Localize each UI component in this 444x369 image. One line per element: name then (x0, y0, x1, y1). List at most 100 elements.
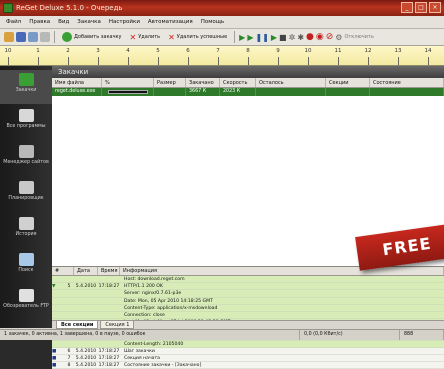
log-date: 5.4.2010 (75, 284, 97, 290)
window-title: ReGet Deluxe 5.1.0 - Очередь (16, 4, 123, 12)
state-cell (370, 88, 444, 96)
log-row[interactable]: ■ 8 5.4.2010 17:18:27 Состояние закачки - [З… (52, 362, 444, 369)
menu-edit[interactable]: Правка (29, 19, 50, 25)
log-marker-icon (52, 298, 64, 304)
settings-icon[interactable]: ✱ (297, 33, 304, 42)
log-date (74, 298, 98, 304)
log-row[interactable]: Content-Type: application/x-msdownload (52, 304, 444, 312)
menu-settings[interactable]: Настройки (109, 19, 140, 25)
gear-icon[interactable]: ✲ (289, 33, 296, 42)
log-marker-icon: ▼ (52, 284, 56, 290)
log-info: Секция начата (124, 356, 160, 362)
log-column-header[interactable]: Дата (74, 267, 98, 275)
toolbar-separator (234, 31, 236, 43)
menu-help[interactable]: Помощь (201, 19, 224, 25)
log-column-header[interactable]: Время (98, 267, 120, 275)
sidebar-item-scheduler[interactable]: Планировщик (0, 178, 52, 212)
sidebar-item-label: Закачки (15, 88, 37, 93)
disable-icon[interactable]: ⊘ (326, 32, 334, 42)
column-header[interactable]: Секции (326, 78, 370, 87)
delete-completed-button[interactable]: ✕ Удалить успешные (165, 31, 230, 44)
title-bar[interactable]: ReGet Deluxe 5.1.0 - Очередь _ □ × (0, 0, 444, 16)
log-column-header[interactable]: Информация (120, 267, 444, 275)
add-icon (62, 32, 72, 42)
properties-icon[interactable] (28, 32, 38, 42)
tab-section-1[interactable]: Секция 1 (100, 321, 135, 329)
sidebar-item-label: История (15, 232, 37, 237)
sections-cell (326, 88, 370, 96)
log-row[interactable]: ▼ 5 5.4.2010 17:18:27 HTTP/1.1 200 OK (52, 283, 444, 291)
log-row[interactable]: Connection: close (52, 311, 444, 320)
menu-download[interactable]: Закачка (77, 19, 101, 25)
scale-tick (158, 57, 159, 65)
record-all-icon[interactable]: ◉ (316, 32, 324, 42)
status-extra: 888 (400, 330, 444, 340)
log-time (98, 290, 120, 296)
stop-icon[interactable]: ■ (279, 33, 287, 42)
column-header[interactable]: Скорость (220, 78, 256, 87)
menu-automation[interactable]: Автоматизация (148, 19, 193, 25)
save-icon[interactable] (16, 32, 26, 42)
pause-icon[interactable]: ❚❚ (255, 33, 268, 42)
sidebar-item-site-manager[interactable]: Менеджер сайтов (0, 142, 52, 176)
scale-tick (68, 57, 69, 65)
downloads-table-header: Имя файла% Размер Закачано Скорость Осталось… (52, 78, 444, 88)
log-column-header[interactable]: # (52, 267, 74, 275)
column-header[interactable]: Закачано (186, 78, 220, 87)
add-download-button[interactable]: Добавить закачку (59, 31, 125, 44)
app-icon (3, 3, 13, 13)
log-row[interactable]: Content-Length: 2105040 (52, 340, 444, 348)
log-row[interactable]: Host: download.reget.com (52, 276, 444, 284)
delete-label: Удалить (138, 34, 161, 40)
column-header[interactable]: Имя файла (52, 78, 102, 87)
add-download-label: Добавить закачку (74, 34, 122, 40)
column-header[interactable]: Размер (154, 78, 186, 87)
record-icon[interactable]: ● (306, 32, 314, 42)
start-all-icon[interactable]: ▶ (247, 33, 253, 42)
section-tabs: Все секции Секция 1 (52, 320, 444, 329)
log-info: Host: download.reget.com (124, 277, 185, 282)
sidebar-item-search[interactable]: Поиск (0, 250, 52, 284)
progress-cell (102, 88, 154, 96)
log-marker-icon: ■ (52, 348, 57, 354)
scale-tick (398, 57, 399, 65)
ftp-browser-icon (18, 289, 34, 302)
log-row[interactable]: Date: Mon, 05 Apr 2010 14:18:25 GMT (52, 297, 444, 305)
speed-scale: 10 1 2 3 4 5 6 7 8 9 10 11 12 13 14 (0, 46, 444, 66)
log-date (74, 341, 98, 347)
menu-view[interactable]: Вид (58, 19, 69, 25)
sidebar-item-ftp-browser[interactable]: Обозреватель FTP (0, 286, 52, 320)
sidebar-item-downloads[interactable]: Закачки (0, 70, 52, 104)
open-icon[interactable] (4, 32, 14, 42)
log-row[interactable]: ■ 7 5.4.2010 17:18:27 Секция начата (52, 355, 444, 363)
scale-tick (218, 57, 219, 65)
delete-button[interactable]: ✕ Удалить (127, 31, 164, 44)
tab-all-sections[interactable]: Все секции (56, 321, 99, 329)
column-header[interactable]: Осталось (256, 78, 326, 87)
downloaded-cell: 2023 К (220, 88, 256, 96)
log-time: 17:18:27 (98, 363, 120, 369)
log-time (98, 276, 120, 282)
table-row[interactable]: reget.deluxe.exe 3667 К 2023 К (52, 88, 444, 96)
log-row[interactable]: Server: nginx/0.7.61-p3e (52, 290, 444, 298)
start-icon[interactable]: ▶ (239, 33, 245, 42)
log-time (98, 312, 120, 318)
play-icon[interactable]: ▶ (271, 33, 277, 42)
log-number: 7 (67, 356, 71, 362)
column-header[interactable]: % (102, 78, 154, 87)
scale-tick (278, 57, 279, 65)
maximize-button[interactable]: □ (415, 2, 427, 13)
sidebar-item-history[interactable]: История (0, 214, 52, 248)
wrench-icon[interactable]: ⚙ (335, 33, 342, 42)
column-header[interactable]: Состояние (370, 78, 444, 87)
log-marker-icon (52, 341, 64, 347)
log-row[interactable]: ■ 6 5.4.2010 17:18:27 Шаг закачки (52, 347, 444, 356)
close-button[interactable]: × (429, 2, 441, 13)
disable-label[interactable]: Отключить (344, 34, 373, 40)
minimize-button[interactable]: _ (401, 2, 413, 13)
programs-icon (18, 109, 34, 122)
log-info: Content-Length: 2105040 (124, 341, 184, 347)
copy-icon[interactable] (40, 32, 50, 42)
sidebar-item-programs[interactable]: Все программы (0, 106, 52, 140)
menu-file[interactable]: Файл (6, 19, 21, 25)
